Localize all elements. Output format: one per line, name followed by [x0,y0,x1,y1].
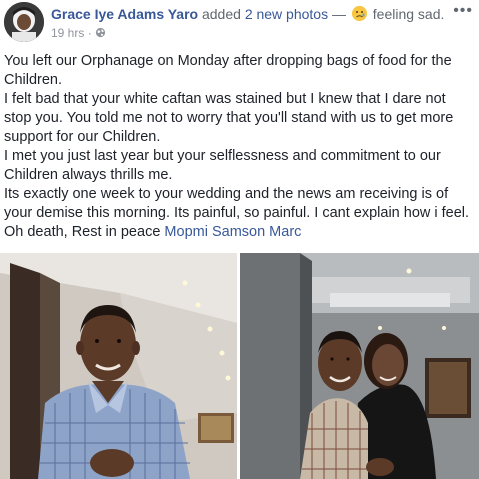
post-body: You left our Orphanage on Monday after d… [4,52,474,242]
globe-icon [95,26,106,40]
post-photo-2[interactable] [240,253,479,479]
author-avatar[interactable] [4,2,44,42]
sad-face-emoji-icon [351,6,367,21]
post-paragraph-last: Its exactly one week to your wedding and… [4,185,474,242]
mention-link[interactable]: Mopmi Samson Marc [164,224,301,240]
post-photo-1[interactable] [0,253,237,479]
photos-link[interactable]: 2 new photos [245,6,328,22]
feeling-text: feeling sad. [372,6,445,22]
post-meta: 19 hrs · [51,26,106,40]
author-name-link[interactable]: Grace Iye Adams Yaro [51,6,198,22]
meta-separator: · [87,26,92,40]
more-options-button[interactable]: ••• [453,2,473,20]
post-title-line: Grace Iye Adams Yaro added 2 new photos … [51,5,444,23]
post-header: Grace Iye Adams Yaro added 2 new photos … [0,0,479,46]
post-paragraph: You left our Orphanage on Monday after d… [4,53,452,88]
action-text: added [201,6,241,22]
separator-dash: — [332,6,346,22]
post-paragraph: I felt bad that your white caftan was st… [4,91,454,145]
timestamp-link[interactable]: 19 hrs [51,26,84,40]
post-paragraph: I met you just last year but your selfle… [4,148,441,183]
